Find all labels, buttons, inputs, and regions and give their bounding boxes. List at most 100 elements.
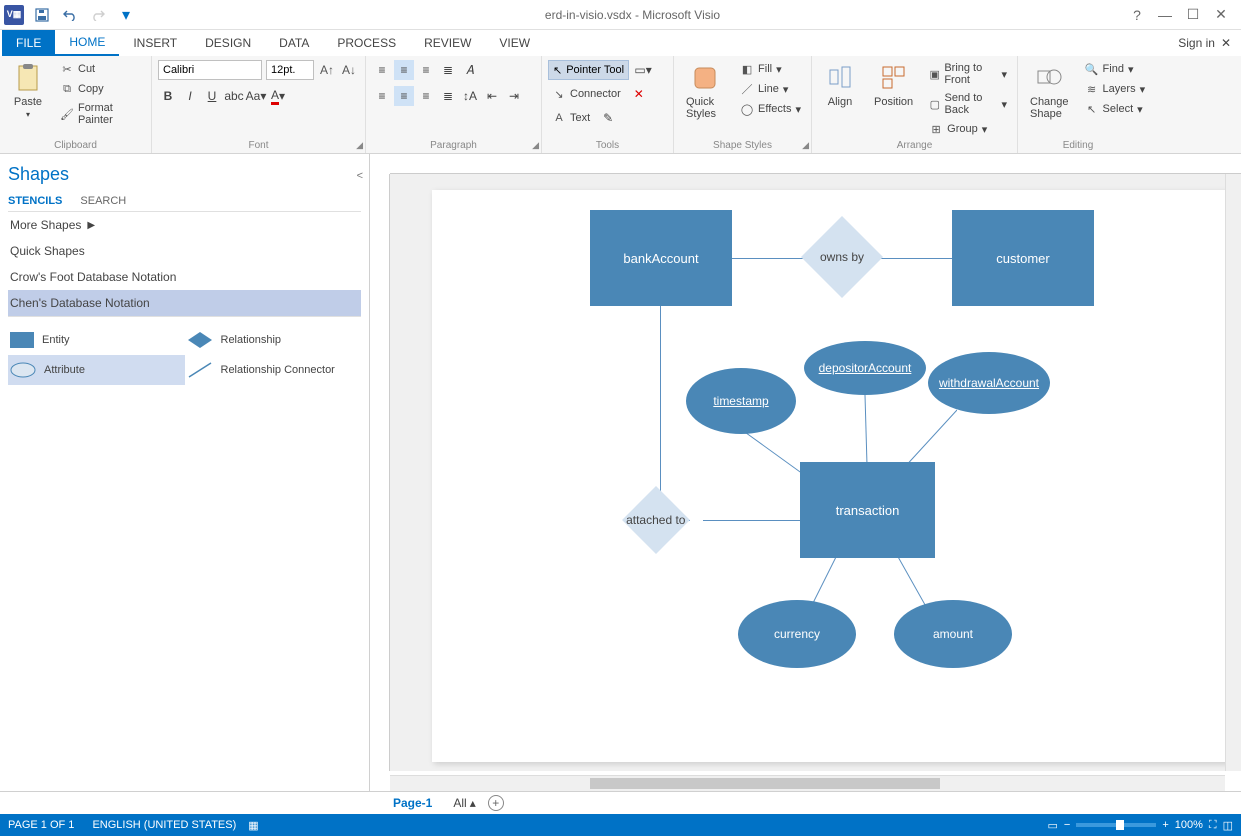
save-icon[interactable] [32, 5, 52, 25]
italic-button[interactable]: I [180, 86, 200, 106]
grow-font-button[interactable]: A↑ [318, 63, 336, 77]
clear-format-button[interactable]: 𝐴 [460, 60, 480, 80]
tab-home[interactable]: HOME [55, 30, 119, 56]
entity-customer[interactable]: customer [952, 210, 1094, 306]
select-button[interactable]: ↖Select ▾ [1081, 100, 1150, 118]
case-button[interactable]: Aa▾ [246, 86, 266, 106]
font-color-button[interactable]: A▾ [268, 86, 288, 106]
zoom-in-button[interactable]: + [1162, 819, 1168, 831]
qat-dropdown-icon[interactable]: ▾ [116, 5, 136, 25]
align-top-button[interactable]: ≡ [372, 60, 392, 80]
status-language[interactable]: ENGLISH (UNITED STATES) [92, 819, 236, 831]
help-icon[interactable]: ? [1125, 3, 1149, 27]
pointer-tool-button[interactable]: ↖Pointer Tool [548, 60, 629, 80]
font-family-select[interactable] [158, 60, 262, 80]
stencil-rel-connector[interactable]: Relationship Connector [185, 355, 362, 385]
inc-indent-button[interactable]: ⇥ [504, 86, 524, 106]
attr-depositor[interactable]: depositorAccount [804, 341, 926, 395]
crows-foot-link[interactable]: Crow's Foot Database Notation [8, 264, 361, 290]
search-tab[interactable]: SEARCH [80, 195, 126, 207]
attr-amount[interactable]: amount [894, 600, 1012, 668]
font-size-select[interactable] [266, 60, 314, 80]
align-button[interactable]: Align [818, 60, 862, 110]
more-shapes-link[interactable]: More Shapes ▶ [8, 212, 361, 238]
ink-tool-button[interactable]: ✎ [598, 108, 618, 128]
align-bottom-button[interactable]: ≡ [416, 60, 436, 80]
quick-shapes-link[interactable]: Quick Shapes [8, 238, 361, 264]
horizontal-ruler[interactable] [390, 154, 1241, 174]
add-page-button[interactable]: + [488, 795, 504, 811]
fill-button[interactable]: ◧Fill ▾ [736, 60, 805, 78]
tab-review[interactable]: REVIEW [410, 30, 485, 56]
connector[interactable] [703, 520, 800, 521]
connector[interactable] [732, 258, 807, 259]
text-direction-button[interactable]: ↕A [460, 86, 480, 106]
font-dialog-launcher[interactable]: ◢ [356, 140, 363, 151]
tab-process[interactable]: PROCESS [323, 30, 410, 56]
rectangle-tool-button[interactable]: ▭▾ [633, 60, 653, 80]
shapestyles-dialog-launcher[interactable]: ◢ [802, 140, 809, 151]
align-middle-button[interactable]: ≡ [394, 60, 414, 80]
dec-indent-button[interactable]: ⇤ [482, 86, 502, 106]
redo-icon[interactable] [88, 5, 108, 25]
find-button[interactable]: 🔍Find ▾ [1081, 60, 1150, 78]
zoom-out-button[interactable]: − [1064, 819, 1070, 831]
bullets-button[interactable]: ≣ [438, 60, 458, 80]
close-icon[interactable]: ✕ [1209, 3, 1233, 27]
send-to-back-button[interactable]: ▢Send to Back ▾ [925, 90, 1011, 118]
chens-notation-link[interactable]: Chen's Database Notation [8, 290, 361, 316]
justify-button[interactable]: ≣ [438, 86, 458, 106]
entity-bankaccount[interactable]: bankAccount [590, 210, 732, 306]
horizontal-scrollbar[interactable] [390, 775, 1225, 791]
align-left-button[interactable]: ≡ [372, 86, 392, 106]
copy-button[interactable]: ⧉Copy [56, 80, 145, 98]
relationship-owns[interactable]: owns by [801, 216, 883, 298]
tab-insert[interactable]: INSERT [119, 30, 191, 56]
format-painter-button[interactable]: 🖌Format Painter [56, 100, 145, 128]
vertical-ruler[interactable] [370, 174, 390, 771]
stencil-entity[interactable]: Entity [8, 325, 185, 355]
change-shape-button[interactable]: Change Shape [1024, 60, 1075, 122]
group-button[interactable]: ⊞Group ▾ [925, 120, 1011, 138]
entity-transaction[interactable]: transaction [800, 462, 935, 558]
cut-button[interactable]: ✂Cut [56, 60, 145, 78]
undo-icon[interactable] [60, 5, 80, 25]
tab-view[interactable]: VIEW [485, 30, 544, 56]
underline-button[interactable]: U [202, 86, 222, 106]
macro-record-icon[interactable]: ▦ [248, 819, 258, 832]
stencil-relationship[interactable]: Relationship [185, 325, 362, 355]
stencils-tab[interactable]: STENCILS [8, 195, 62, 207]
line-button[interactable]: ／Line ▾ [736, 80, 805, 98]
effects-button[interactable]: ◯Effects ▾ [736, 100, 805, 118]
connector[interactable] [877, 258, 952, 259]
connection-point-button[interactable]: ✕ [629, 84, 649, 104]
fit-page-icon[interactable]: ⛶ [1209, 819, 1217, 832]
drawing-page[interactable]: bankAccount customer transaction owns by… [432, 190, 1225, 762]
minimize-icon[interactable]: — [1153, 3, 1177, 27]
zoom-slider[interactable] [1076, 823, 1156, 827]
zoom-level-label[interactable]: 100% [1175, 819, 1203, 831]
paste-button[interactable]: Paste▾ [6, 60, 50, 121]
quick-styles-button[interactable]: Quick Styles [680, 60, 730, 122]
horizontal-scroll-thumb[interactable] [590, 778, 940, 789]
pan-zoom-icon[interactable]: ◫ [1223, 819, 1233, 832]
connector-tool-button[interactable]: ↘Connector [548, 84, 625, 104]
tab-data[interactable]: DATA [265, 30, 323, 56]
sign-in-link[interactable]: Sign in ✕ [1168, 30, 1241, 56]
position-button[interactable]: Position [868, 60, 919, 110]
all-pages-button[interactable]: All ▴ [453, 796, 475, 810]
drawing-canvas[interactable]: bankAccount customer transaction owns by… [390, 174, 1225, 771]
close-pane-icon[interactable]: ✕ [1221, 36, 1231, 50]
maximize-icon[interactable]: ☐ [1181, 3, 1205, 27]
strike-button[interactable]: abc [224, 86, 244, 106]
page-1-tab[interactable]: Page-1 [384, 793, 441, 813]
text-tool-button[interactable]: AText [548, 108, 594, 128]
bold-button[interactable]: B [158, 86, 178, 106]
connector[interactable] [660, 305, 661, 505]
bring-to-front-button[interactable]: ▣Bring to Front ▾ [925, 60, 1011, 88]
attr-withdrawal[interactable]: withdrawalAccount [928, 352, 1050, 414]
attr-timestamp[interactable]: timestamp [686, 368, 796, 434]
stencil-attribute[interactable]: Attribute [8, 355, 185, 385]
relationship-attached[interactable]: attached to [622, 486, 690, 554]
tab-design[interactable]: DESIGN [191, 30, 265, 56]
